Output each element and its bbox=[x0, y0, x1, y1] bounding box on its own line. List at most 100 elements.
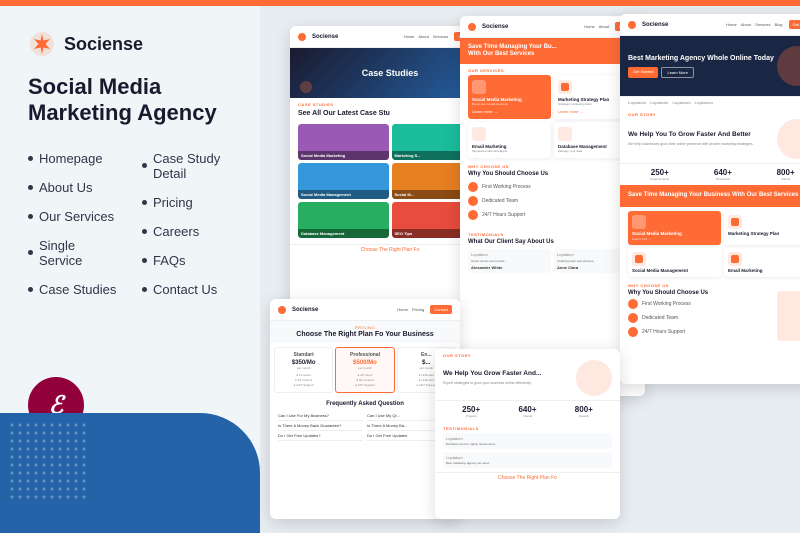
nav-columns: Homepage About Us Our Services Single Se… bbox=[28, 151, 232, 311]
why-text-1: First Working Process bbox=[482, 184, 531, 190]
nav-bullet bbox=[142, 229, 147, 234]
plan-period-2: per month bbox=[338, 366, 391, 370]
nav-label-case-detail: Case Study Detail bbox=[153, 151, 232, 181]
mini-logo-text-mkt: Sociense bbox=[642, 22, 668, 28]
bc-stat-label-2: Clients bbox=[518, 414, 536, 418]
case-img-3: Social Media Management bbox=[298, 163, 389, 199]
nav-bullet bbox=[142, 258, 147, 263]
sidebar: Sociense Social Media Marketing Agency H… bbox=[0, 6, 260, 533]
right-services-grid: Social Media Marketing Learn more → Mark… bbox=[628, 211, 800, 277]
sidebar-item-case-studies[interactable]: Case Studies bbox=[28, 282, 118, 297]
faq-q-2: Is There A Money Back Guarantee? bbox=[278, 423, 363, 428]
bc-stat-num-3: 800+ bbox=[575, 405, 593, 414]
why-item-3: 24/7 Hours Support bbox=[468, 210, 637, 220]
right-svc-icon-4 bbox=[728, 252, 742, 266]
grow-illustration bbox=[777, 119, 800, 159]
right-services: Social Media Marketing Learn more → Mark… bbox=[620, 207, 800, 281]
why-mkt-text-2: Dedicated Team bbox=[642, 315, 678, 321]
sidebar-item-pricing[interactable]: Pricing bbox=[142, 195, 232, 210]
why-mkt-icon-1 bbox=[628, 299, 638, 309]
sidebar-item-homepage[interactable]: Homepage bbox=[28, 151, 118, 166]
faq-item-2: Is There A Money Back Guarantee? bbox=[278, 421, 363, 431]
preview-pricing: Sociense Home Pricing Contact PRICING Ch… bbox=[270, 299, 460, 519]
mini-logo-text-pricing: Sociense bbox=[292, 307, 318, 313]
nav-label-about: About Us bbox=[39, 180, 92, 195]
mini-logo-text: Sociense bbox=[312, 34, 338, 40]
sidebar-item-faqs[interactable]: FAQs bbox=[142, 253, 232, 268]
sidebar-item-contact[interactable]: Contact Us bbox=[142, 282, 232, 297]
why-mkt-icon-3 bbox=[628, 327, 638, 337]
brand-logos: Luptatum Luptatum Luptatum Luptatum bbox=[620, 96, 800, 108]
mini-nav-mkt-2: About bbox=[741, 22, 751, 27]
svc-icon-database bbox=[558, 127, 572, 141]
nav-bullet bbox=[28, 214, 33, 219]
why-mkt-text-1: First Working Process bbox=[642, 301, 691, 307]
hero-btn-secondary: Learn More bbox=[661, 67, 693, 78]
mini-header-home: Sociense Home About Contact bbox=[460, 16, 645, 38]
plan-feat-4: ● 25 Users bbox=[338, 373, 391, 377]
plan-feat-1: ● 10 Users bbox=[277, 373, 330, 377]
blue-dots-decoration bbox=[10, 423, 90, 503]
why-items: First Working Process Dedicated Team 24/… bbox=[460, 182, 645, 228]
nav-label-faqs: FAQs bbox=[153, 253, 186, 268]
bc-stat-num-2: 640+ bbox=[518, 405, 536, 414]
sidebar-item-single-service[interactable]: Single Service bbox=[28, 238, 118, 268]
why-icon-1 bbox=[468, 182, 478, 192]
svc-icon-marketing bbox=[558, 80, 572, 94]
mini-orange-banner: Save Time Managing Your Bu...With Our Be… bbox=[460, 38, 645, 64]
right-svc-name-3: Social Media Management bbox=[632, 268, 717, 273]
nav-col-1: Homepage About Us Our Services Single Se… bbox=[28, 151, 118, 311]
why-mkt-label: WHY CHOOSE US bbox=[620, 281, 800, 290]
right-svc-name-2: Marketing Strategy Plan bbox=[728, 231, 800, 236]
mini-nav-mkt-4: Blog bbox=[775, 22, 783, 27]
mini-cta-pricing: Contact bbox=[430, 305, 452, 314]
nav-col-2: Case Study Detail Pricing Careers FAQs C… bbox=[142, 151, 232, 311]
plan-name-1: Standart bbox=[277, 352, 330, 358]
why-mkt-content: Why You Should Choose Us First Working P… bbox=[628, 290, 773, 341]
mini-nav-item-about: About bbox=[599, 24, 609, 29]
sidebar-item-careers[interactable]: Careers bbox=[142, 224, 232, 239]
mini-logo-dot-mkt bbox=[628, 21, 636, 29]
mini-banner-text: Save Time Managing Your Bu...With Our Be… bbox=[468, 44, 557, 58]
mini-nav-mkt: Home About Services Blog bbox=[726, 22, 782, 27]
right-svc-1: Social Media Marketing Learn more → bbox=[628, 211, 721, 245]
why-label: WHY CHOOSE US bbox=[460, 162, 645, 171]
marketing-hero-btns: Get Started Learn More bbox=[628, 67, 777, 78]
brand-name: Sociense bbox=[64, 34, 143, 55]
bottom-center-desc: Expert strategies to grow your business … bbox=[443, 381, 572, 386]
mini-nav-home: Home About bbox=[584, 24, 609, 29]
mini-nav-mkt-1: Home bbox=[726, 22, 737, 27]
preview-homepage: Sociense Home About Contact Save Time Ma… bbox=[460, 16, 645, 396]
bc-testimonial-label: TESTIMONIALS bbox=[435, 422, 620, 433]
services-mini-grid: Social Media Marketing Boost your social… bbox=[460, 75, 645, 162]
why-mkt-section: Why You Should Choose Us First Working P… bbox=[620, 290, 800, 343]
content-area: Sociense Home About Services Contact Us … bbox=[260, 6, 800, 533]
logo-area: Sociense bbox=[28, 30, 232, 58]
faq-section: Frequently Asked Question Can I Use For … bbox=[270, 397, 460, 445]
mini-logo-dot bbox=[298, 33, 306, 41]
bc-stat-label-3: Awards bbox=[575, 414, 593, 418]
blue-decorative-section bbox=[0, 413, 260, 533]
mini-nav-pricing-1: Home bbox=[397, 307, 408, 312]
case-grid-item: Database Management bbox=[298, 202, 389, 238]
grow-content: We Help You To Grow Faster And Better We… bbox=[628, 131, 771, 147]
sidebar-item-about[interactable]: About Us bbox=[28, 180, 118, 195]
bottom-center-stats: 250+ Projects 640+ Clients 800+ Awards bbox=[435, 400, 620, 422]
case-grid-item: Social Media Marketing bbox=[298, 124, 389, 160]
preview-bottom-center: OUR STORY We Help You Grow Faster And...… bbox=[435, 349, 620, 519]
testimonial-title: What Our Client Say About Us bbox=[460, 239, 645, 249]
mini-nav-item: Home bbox=[404, 34, 415, 39]
right-svc-icon-2 bbox=[728, 215, 742, 229]
case-img-overlay-5: Database Management bbox=[298, 229, 389, 238]
mini-header-mkt: Sociense Home About Services Blog Get St… bbox=[620, 14, 800, 36]
test-logo-1: Luptatum bbox=[471, 252, 548, 257]
case-study-hero-title: Case Studies bbox=[362, 68, 419, 78]
sidebar-item-services[interactable]: Our Services bbox=[28, 209, 118, 224]
why-icon-2 bbox=[468, 196, 478, 206]
svc-icon-social bbox=[472, 80, 486, 94]
bc-testimonials: Luptatum Excellent service, highly recom… bbox=[435, 433, 620, 472]
nav-label-careers: Careers bbox=[153, 224, 199, 239]
sidebar-item-case-detail[interactable]: Case Study Detail bbox=[142, 151, 232, 181]
plan-feat-2: ● 10 Content bbox=[277, 378, 330, 382]
mini-logo-dot-pricing bbox=[278, 306, 286, 314]
